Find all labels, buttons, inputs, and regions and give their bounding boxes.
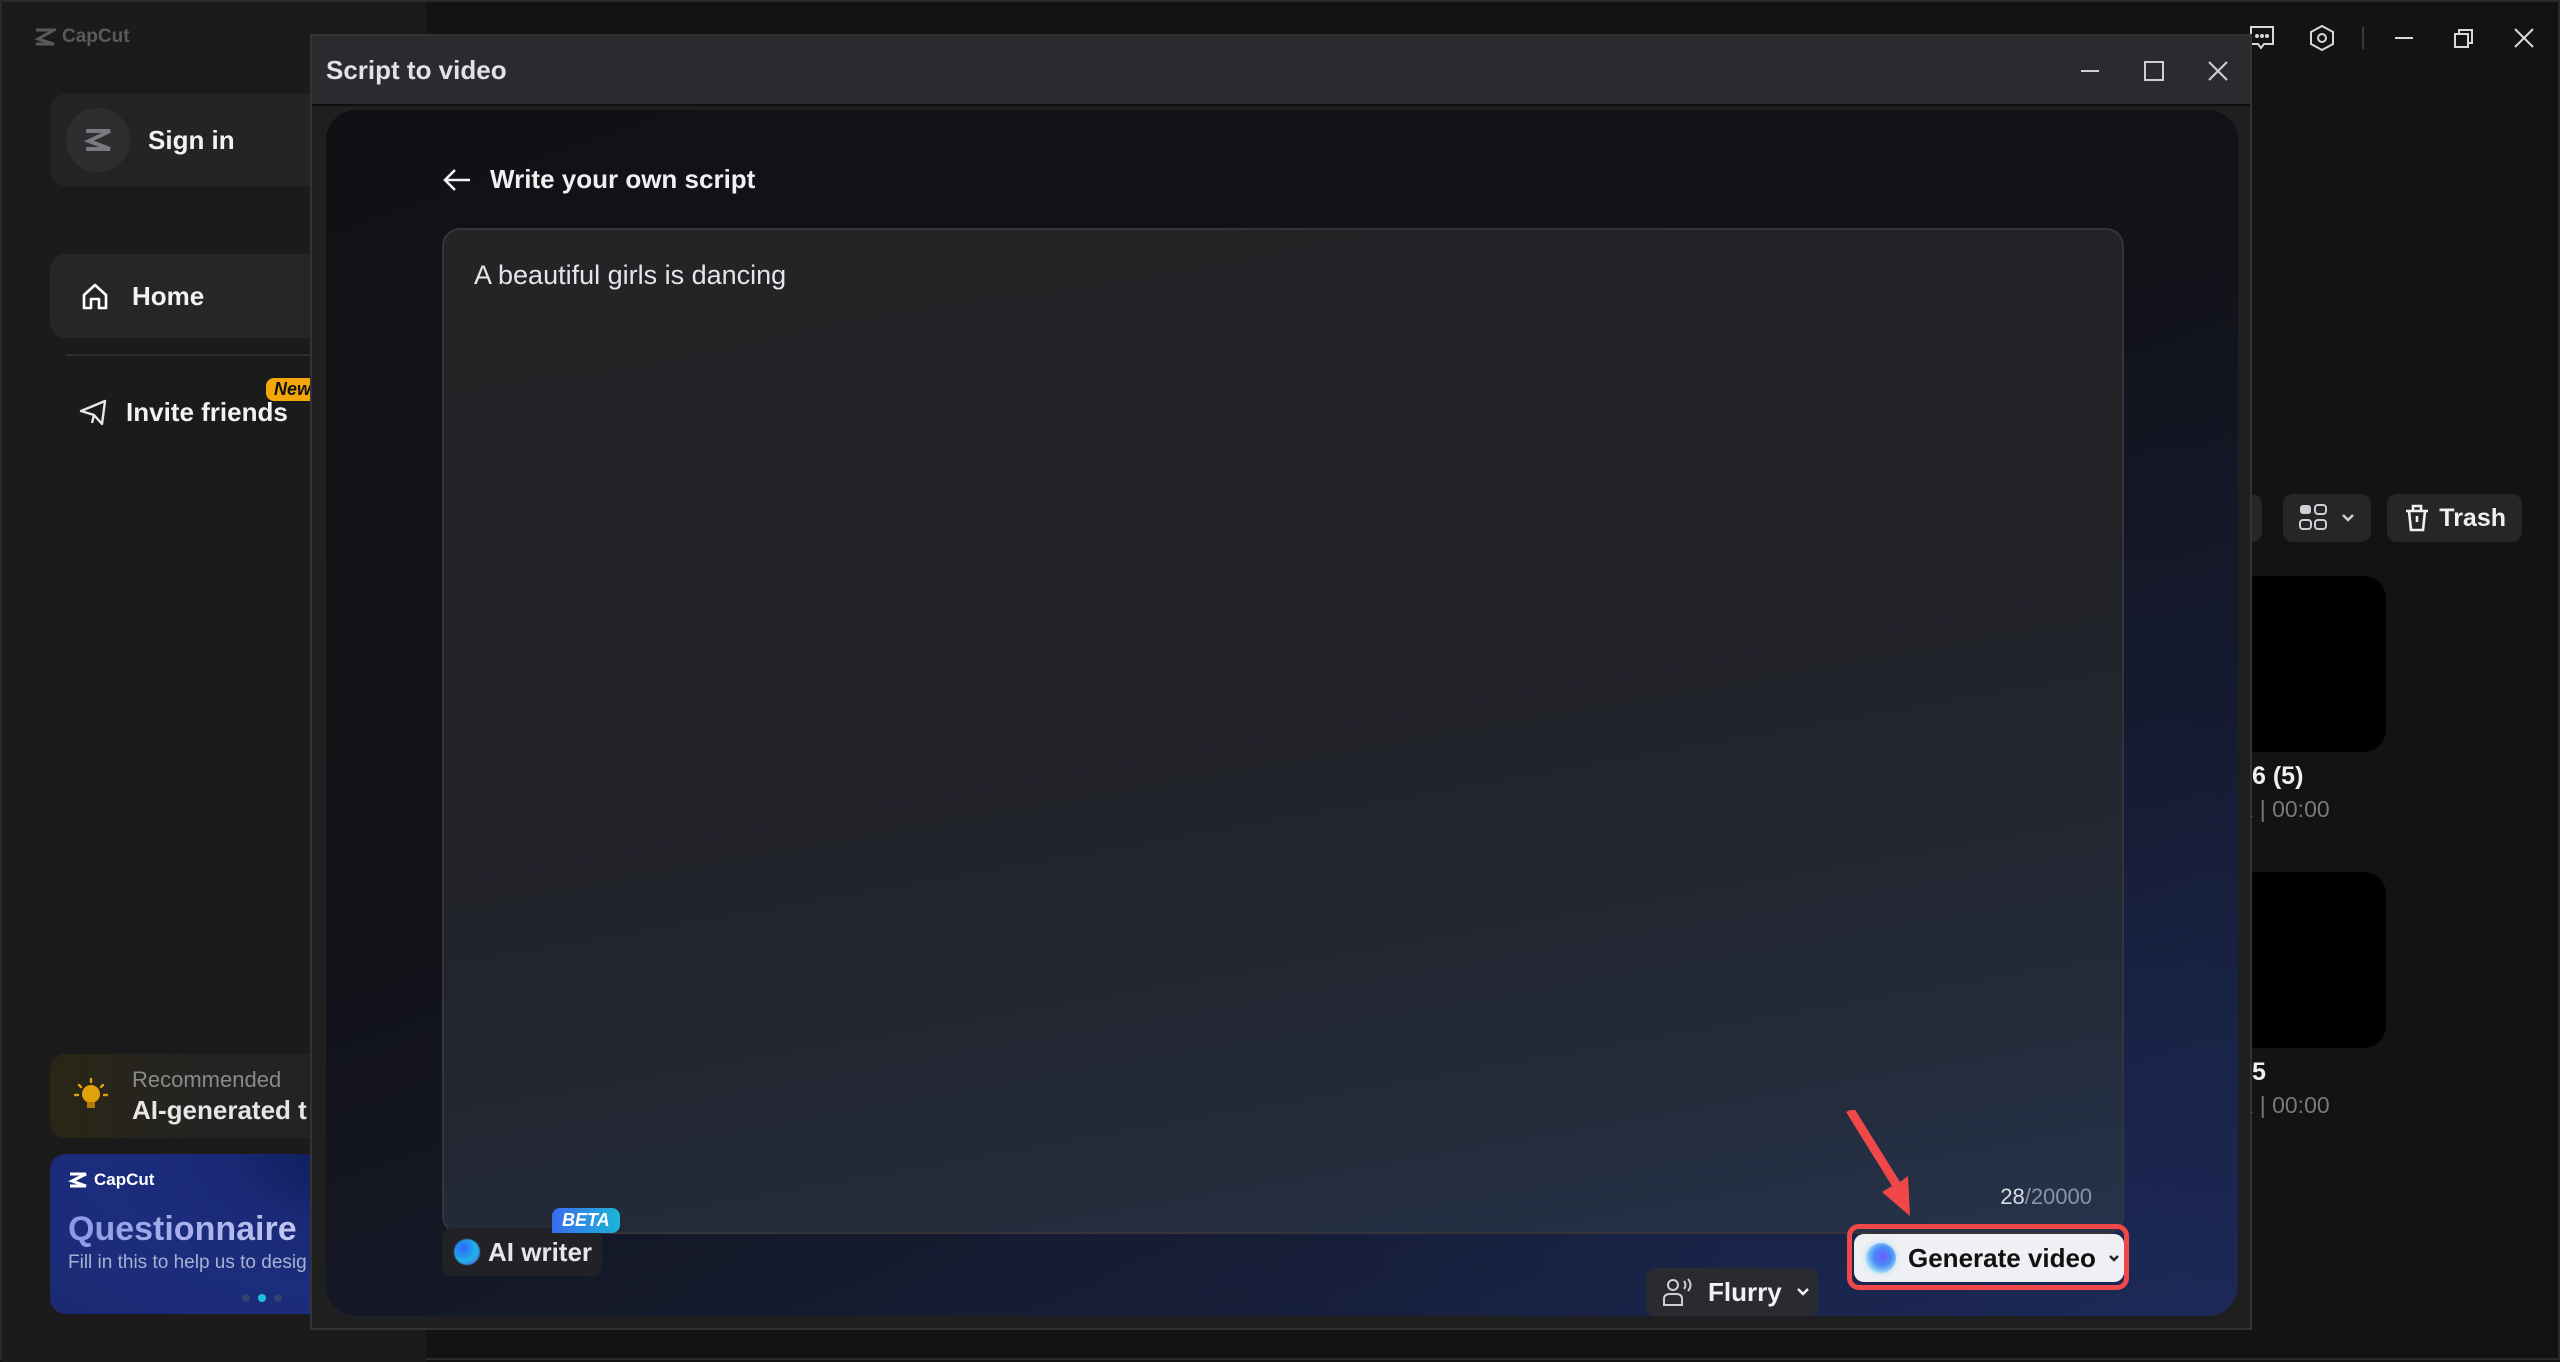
sign-in-label: Sign in <box>148 124 235 155</box>
chevron-down-icon <box>1796 1288 1809 1296</box>
carousel-dot-active[interactable] <box>258 1294 266 1302</box>
carousel-dot[interactable] <box>242 1294 250 1302</box>
close-icon <box>2208 61 2228 81</box>
dialog-content-panel: Write your own script A beautiful girls … <box>326 110 2238 1316</box>
dialog-close-button[interactable] <box>2186 36 2250 106</box>
project-toolbar: Trash <box>2283 494 2522 542</box>
send-icon <box>79 399 107 426</box>
recommended-title: AI-generated t <box>132 1094 307 1125</box>
sidebar-item-label: Home <box>132 280 205 311</box>
annotation-arrow <box>1846 1110 1910 1216</box>
capcut-app: CapCut Sign in Home Invite friends New R… <box>0 0 2560 1362</box>
carousel-dots <box>242 1294 282 1302</box>
ai-orb-icon <box>454 1239 480 1265</box>
chevron-down-icon <box>2342 514 2355 522</box>
capcut-logo-icon <box>68 1172 87 1188</box>
restore-button[interactable] <box>2434 2 2494 74</box>
dialog-window-controls <box>2058 36 2250 106</box>
avatar <box>66 108 130 172</box>
app-logo: CapCut <box>34 26 130 48</box>
view-toggle-button[interactable] <box>2283 494 2372 542</box>
generate-orb-icon <box>1866 1243 1896 1273</box>
grid-view-icon <box>2299 504 2328 530</box>
char-limit: /20000 <box>2024 1184 2092 1209</box>
controls-divider <box>2362 27 2364 49</box>
dialog-minimize-button[interactable] <box>2058 36 2122 106</box>
sidebar-item-label: Invite friends <box>126 396 288 427</box>
dialog-maximize-button[interactable] <box>2122 36 2186 106</box>
feedback-icon <box>2250 26 2274 50</box>
minimize-icon <box>2081 70 2099 72</box>
script-text[interactable]: A beautiful girls is dancing <box>474 260 786 291</box>
trash-icon <box>2406 504 2429 532</box>
ai-writer-label: AI writer <box>488 1236 593 1267</box>
recommended-heading: Recommended <box>132 1066 282 1092</box>
back-arrow-icon[interactable] <box>442 167 472 193</box>
capcut-logo-icon <box>34 28 56 46</box>
minimize-icon <box>2395 37 2413 39</box>
promo-brand-name: CapCut <box>94 1170 155 1189</box>
close-icon <box>2514 28 2534 48</box>
chevron-down-icon <box>2109 1255 2119 1262</box>
capcut-logo-icon <box>83 129 111 151</box>
script-to-video-dialog: Script to video Write your own script A … <box>310 34 2252 1330</box>
char-count: 28 <box>2000 1184 2025 1209</box>
voice-label: Flurry <box>1708 1276 1782 1307</box>
back-header: Write your own script <box>442 164 755 195</box>
settings-icon <box>2310 24 2334 52</box>
app-brand-name: CapCut <box>62 26 130 47</box>
generate-video-label: Generate video <box>1908 1242 2096 1273</box>
lightbulb-icon <box>74 1077 108 1108</box>
dialog-title: Script to video <box>326 54 507 85</box>
close-button[interactable] <box>2494 2 2554 74</box>
voice-select[interactable]: Flurry <box>1646 1268 1818 1316</box>
project-title[interactable]: 6 (5) <box>2252 762 2303 791</box>
carousel-dot[interactable] <box>274 1294 282 1302</box>
dialog-title-bar[interactable]: Script to video <box>312 36 2250 106</box>
generate-video-button[interactable]: Generate video <box>1854 1234 2124 1282</box>
trash-label: Trash <box>2439 503 2506 532</box>
ai-writer-button[interactable]: AI writer <box>442 1228 602 1276</box>
project-title[interactable]: 5 <box>2252 1058 2266 1087</box>
minimize-button[interactable] <box>2374 2 2434 74</box>
script-textarea[interactable]: A beautiful girls is dancing 28/20000 <box>442 228 2124 1234</box>
settings-button[interactable] <box>2292 2 2352 74</box>
voice-person-icon <box>1663 1278 1692 1306</box>
restore-icon <box>2454 29 2473 48</box>
trash-button[interactable]: Trash <box>2387 494 2522 542</box>
section-title: Write your own script <box>490 164 756 194</box>
maximize-icon <box>2144 61 2164 81</box>
beta-badge: BETA <box>552 1208 620 1233</box>
home-icon <box>82 283 108 310</box>
character-counter: 28/20000 <box>2000 1184 2092 1210</box>
window-controls <box>2232 2 2558 74</box>
